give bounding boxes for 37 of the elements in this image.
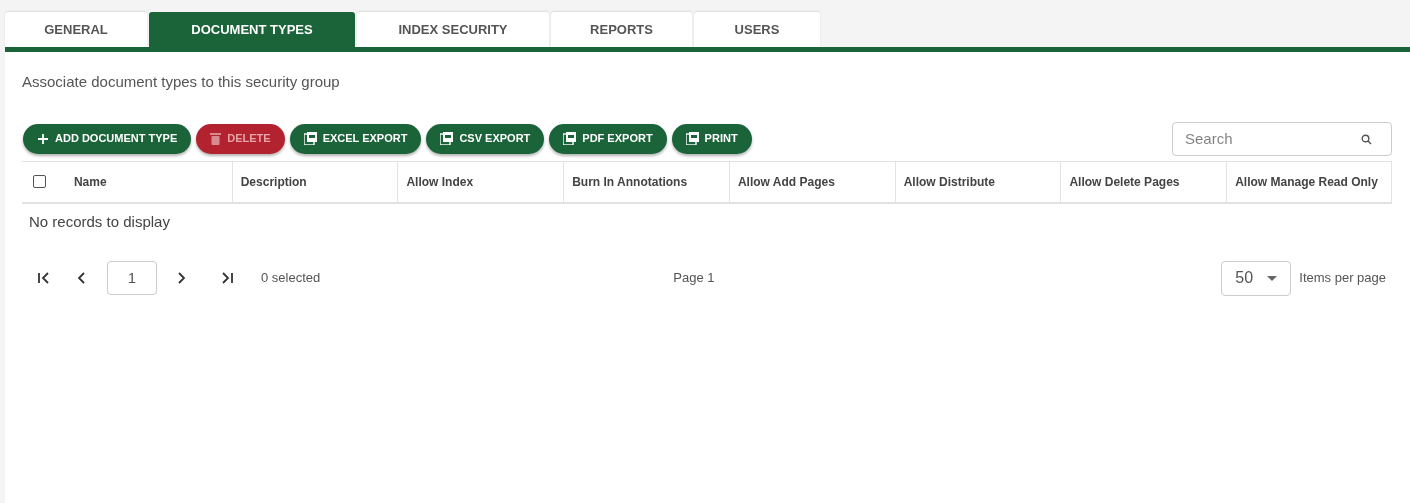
search-icon (1361, 133, 1372, 145)
column-header[interactable]: Allow Delete Pages (1060, 161, 1227, 202)
export-button[interactable]: CSV EXPORT (426, 123, 545, 154)
column-header[interactable]: Allow Distribute (894, 161, 1061, 202)
document-icon (303, 132, 317, 145)
page-size-dropdown[interactable]: 50 (1221, 260, 1292, 296)
select-all-checkbox[interactable] (33, 175, 47, 188)
add-button[interactable]: ADD DOCUMENT TYPE (23, 123, 192, 154)
export-button[interactable]: PDF EXPORT (549, 123, 667, 154)
column-header[interactable]: Description (231, 161, 398, 202)
column-header[interactable]: Allow Index (397, 161, 564, 202)
tab[interactable]: REPORTS (551, 12, 692, 47)
last-page-icon[interactable] (219, 270, 235, 286)
page-input[interactable]: 1 (107, 261, 157, 295)
export-button[interactable]: PRINT (671, 123, 752, 154)
first-page-icon[interactable] (36, 270, 52, 286)
column-header[interactable]: Allow Add Pages (728, 161, 895, 202)
page-label: Page 1 (673, 269, 715, 288)
column-header[interactable]: Allow Manage Read Only (1226, 161, 1392, 202)
document-icon (563, 132, 577, 145)
tab[interactable]: GENERAL (5, 12, 147, 47)
page-size-label: Items per page (1299, 269, 1386, 288)
tab[interactable]: USERS (694, 12, 820, 47)
column-header[interactable]: Burn In Annotations (563, 161, 729, 202)
column-header[interactable]: Name (57, 161, 232, 202)
trash-icon (210, 132, 222, 145)
selected-count: 0 selected (261, 269, 321, 288)
search-field[interactable]: Search (1172, 121, 1392, 156)
description-text: Associate document types to this security group (22, 72, 341, 92)
tab[interactable]: INDEX SECURITY (357, 12, 549, 47)
export-button[interactable]: EXCEL EXPORT (289, 123, 422, 154)
document-icon (685, 132, 699, 145)
tab[interactable]: DOCUMENT TYPES (149, 12, 355, 47)
plus-icon (37, 132, 49, 145)
document-icon (440, 132, 454, 145)
caret-icon (1267, 275, 1278, 281)
empty-message: No records to display (29, 211, 171, 232)
